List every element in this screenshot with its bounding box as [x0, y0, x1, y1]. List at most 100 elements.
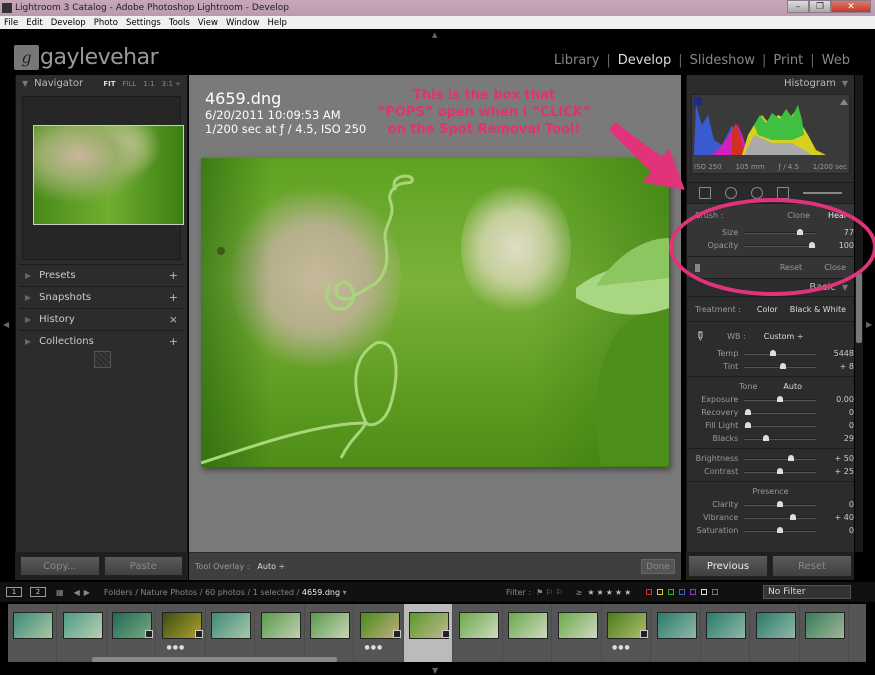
zoom-fit[interactable]: FIT: [103, 80, 115, 88]
presence-slider-value[interactable]: 0: [816, 526, 854, 535]
module-slideshow[interactable]: Slideshow: [690, 53, 755, 68]
brightness-contrast-slider-value[interactable]: + 50: [816, 454, 854, 463]
filmstrip-thumbnail[interactable]: [62, 612, 103, 639]
slider-knob[interactable]: [789, 513, 796, 520]
tone-slider-value[interactable]: 0: [816, 408, 854, 417]
reset-button[interactable]: Reset: [772, 555, 852, 577]
color-label-yellow[interactable]: [657, 589, 664, 595]
slider-knob[interactable]: [744, 421, 751, 428]
wb-eyedropper-icon[interactable]: ✎: [692, 327, 709, 344]
color-label-blue[interactable]: [679, 589, 686, 595]
color-label-none[interactable]: [712, 589, 719, 595]
filmstrip-thumbnail[interactable]: [805, 612, 845, 639]
slider-knob[interactable]: [762, 434, 769, 441]
module-develop[interactable]: Develop: [618, 53, 672, 68]
filmstrip-cell[interactable]: ●●●: [355, 604, 404, 662]
tone-slider-value[interactable]: 0.00: [816, 395, 854, 404]
back-arrow-icon[interactable]: ◀: [74, 588, 80, 597]
star-rating-filter[interactable]: ★★★★★: [587, 588, 633, 597]
filmstrip-thumbnail[interactable]: [13, 612, 53, 639]
tool-overlay-select[interactable]: Auto ÷: [257, 562, 285, 571]
presence-slider-value[interactable]: 0: [816, 500, 854, 509]
minimize-button[interactable]: –: [787, 0, 809, 13]
filmstrip-thumbnail[interactable]: [755, 612, 796, 639]
presence-slider[interactable]: [744, 513, 816, 520]
zoom-1-1[interactable]: 1:1: [143, 80, 154, 88]
filmstrip-thumbnail[interactable]: [260, 612, 301, 639]
spot-reset-button[interactable]: Reset: [780, 263, 802, 272]
filmstrip-cell[interactable]: [107, 604, 156, 662]
opacity-slider[interactable]: [744, 241, 816, 248]
treatment-bw[interactable]: Black & White: [790, 305, 846, 314]
maximize-button[interactable]: ❐: [809, 0, 831, 13]
filmstrip-cell[interactable]: [305, 604, 354, 662]
tool-toggle-switch-icon[interactable]: [695, 263, 700, 272]
adjustment-brush-tool-icon[interactable]: [803, 192, 842, 194]
filmstrip-thumbnail[interactable]: [656, 612, 697, 639]
collapse-top-panel-icon[interactable]: ▲: [432, 31, 437, 39]
flag-filter-icon[interactable]: ⚑ ⚐ ⚐: [536, 588, 563, 597]
brightness-contrast-slider[interactable]: [744, 467, 816, 474]
collapse-filmstrip-icon[interactable]: ▼: [432, 666, 438, 675]
filmstrip-cell[interactable]: [8, 604, 57, 662]
filmstrip-cell[interactable]: [503, 604, 552, 662]
wb-select[interactable]: Custom ÷: [764, 332, 804, 341]
slider-knob[interactable]: [744, 408, 751, 415]
tone-slider-value[interactable]: 29: [816, 434, 854, 443]
size-slider[interactable]: [744, 228, 816, 235]
slider-knob[interactable]: [769, 349, 776, 356]
menu-file[interactable]: File: [0, 18, 22, 28]
color-label-purple[interactable]: [690, 589, 697, 595]
collapse-left-panel-icon[interactable]: ◀: [3, 320, 9, 329]
wb-slider-value[interactable]: + 8: [816, 362, 854, 371]
slider-knob[interactable]: [776, 526, 783, 533]
filmstrip-thumbnail[interactable]: [508, 612, 548, 639]
tone-slider[interactable]: [744, 408, 816, 415]
tone-slider[interactable]: [744, 395, 816, 402]
tone-slider[interactable]: [744, 434, 816, 441]
source-breadcrumb[interactable]: Folders / Nature Photos / 60 photos / 1 …: [104, 588, 347, 597]
second-screen-button[interactable]: 2: [30, 587, 46, 597]
forward-arrow-icon[interactable]: ▶: [84, 588, 90, 597]
filmstrip-cell[interactable]: [553, 604, 602, 662]
presence-slider[interactable]: [744, 500, 816, 507]
filmstrip-cell[interactable]: [58, 604, 107, 662]
add-icon[interactable]: +: [169, 335, 178, 348]
module-web[interactable]: Web: [822, 53, 850, 68]
brightness-contrast-slider[interactable]: [744, 454, 816, 461]
add-icon[interactable]: +: [169, 269, 178, 282]
slider-knob[interactable]: [796, 228, 803, 235]
tone-slider[interactable]: [744, 421, 816, 428]
menu-tools[interactable]: Tools: [165, 18, 194, 28]
module-print[interactable]: Print: [773, 53, 803, 68]
navigator-thumbnail[interactable]: [33, 125, 184, 225]
menu-develop[interactable]: Develop: [47, 18, 90, 28]
filmstrip-thumbnail[interactable]: [557, 612, 598, 639]
panel-collections[interactable]: ▶ Collections +: [19, 330, 184, 352]
color-label-other[interactable]: [701, 589, 708, 595]
rating-operator[interactable]: ≥: [576, 588, 583, 597]
main-screen-button[interactable]: 1: [6, 587, 22, 597]
basic-header[interactable]: Basic ▼: [687, 279, 854, 296]
done-button[interactable]: Done: [641, 559, 675, 574]
filter-preset-select[interactable]: No Filter: [763, 585, 851, 599]
zoom-fill[interactable]: FILL: [122, 80, 136, 88]
slider-knob[interactable]: [776, 395, 783, 402]
paste-button[interactable]: Paste: [103, 556, 183, 576]
module-library[interactable]: Library: [554, 53, 599, 68]
filmstrip-cell[interactable]: ●●●: [602, 604, 651, 662]
filmstrip-cell[interactable]: [652, 604, 701, 662]
panel-presets[interactable]: ▶ Presets +: [19, 264, 184, 286]
menu-view[interactable]: View: [194, 18, 222, 28]
filmstrip-thumbnail[interactable]: [211, 612, 251, 639]
wb-slider[interactable]: [744, 349, 816, 356]
opacity-value[interactable]: 100: [816, 241, 854, 250]
menu-settings[interactable]: Settings: [122, 18, 165, 28]
scrollbar-thumb[interactable]: [856, 273, 862, 343]
clear-icon[interactable]: ×: [169, 313, 178, 326]
wb-slider[interactable]: [744, 362, 816, 369]
right-panel-scrollbar[interactable]: [855, 75, 863, 552]
panel-history[interactable]: ▶ History ×: [19, 308, 184, 330]
auto-tone-button[interactable]: Auto: [783, 382, 802, 391]
close-button[interactable]: ✕: [831, 0, 871, 13]
